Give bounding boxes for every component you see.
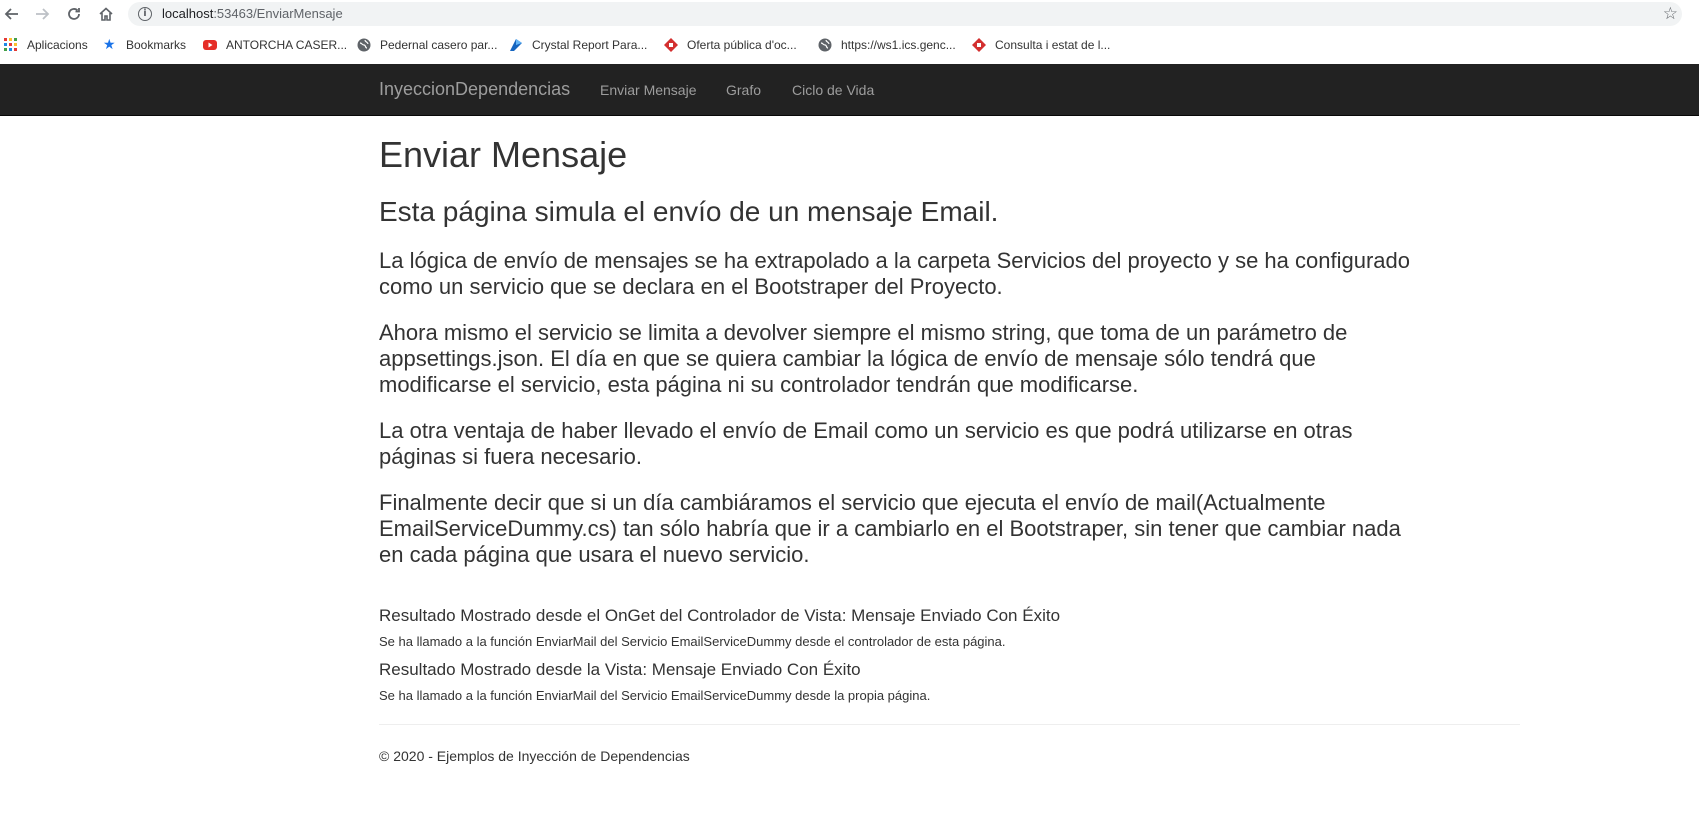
forward-icon[interactable] (32, 4, 52, 24)
bookmark-label: Aplicacions (27, 38, 88, 52)
globe-icon (818, 38, 832, 52)
bookmark-item[interactable]: ★ Bookmarks (103, 37, 186, 53)
page-subtitle: Esta página simula el envío de un mensaj… (379, 196, 999, 227)
bookmark-star-icon[interactable]: ☆ (1663, 4, 1678, 24)
star-icon: ★ (103, 37, 116, 53)
paragraph: La lógica de envío de mensajes se ha ext… (379, 248, 1410, 299)
paragraph: Finalmente decir que si un día cambiáram… (379, 490, 1401, 567)
bookmark-item[interactable]: Crystal Report Para... (509, 37, 647, 53)
home-icon[interactable] (96, 4, 116, 24)
bookmark-label: Consulta i estat de l... (995, 38, 1111, 52)
bookmark-label: ANTORCHA CASER... (226, 38, 348, 52)
paragraph: La otra ventaja de haber llevado el enví… (379, 418, 1353, 469)
bookmark-item[interactable]: ANTORCHA CASER... (203, 37, 347, 53)
nav-link-enviar-mensaje[interactable]: Enviar Mensaje (600, 82, 697, 98)
paragraph: Ahora mismo el servicio se limita a devo… (379, 320, 1348, 397)
bookmark-label: https://ws1.ics.genc... (841, 38, 956, 52)
result-heading-controller: Resultado Mostrado desde el OnGet del Co… (379, 606, 1061, 625)
address-bar[interactable]: i localhost:53463/EnviarMensaje ☆ (128, 2, 1682, 26)
bookmark-label: Bookmarks (126, 38, 187, 52)
youtube-icon (203, 38, 217, 52)
url-text: localhost:53463/EnviarMensaje (162, 6, 343, 21)
bookmark-item[interactable]: https://ws1.ics.genc... (818, 37, 956, 53)
bookmark-item[interactable]: Oferta pública d'oc... (664, 37, 797, 53)
bookmark-label: Crystal Report Para... (532, 38, 648, 52)
apps-grid-icon (4, 38, 18, 52)
nav-link-ciclo-de-vida[interactable]: Ciclo de Vida (792, 82, 874, 98)
site-navbar: InyeccionDependencias Enviar Mensaje Gra… (0, 64, 1699, 116)
page-title: Enviar Mensaje (379, 134, 628, 175)
navbar-brand[interactable]: InyeccionDependencias (379, 79, 570, 100)
footer-divider (379, 724, 1520, 725)
globe-icon (357, 38, 371, 52)
gencat-icon (972, 38, 986, 52)
site-info-icon[interactable]: i (138, 7, 152, 21)
gencat-icon (664, 38, 678, 52)
bookmarks-bar: Aplicacions ★ Bookmarks ANTORCHA CASER..… (0, 31, 1699, 59)
bookmark-item[interactable]: Pedernal casero par... (357, 37, 497, 53)
bookmark-label: Pedernal casero par... (380, 38, 498, 52)
result-detail-view: Se ha llamado a la función EnviarMail de… (379, 688, 931, 703)
footer-text: © 2020 - Ejemplos de Inyección de Depend… (379, 748, 690, 764)
reload-icon[interactable] (64, 4, 84, 24)
crystal-icon (509, 38, 523, 52)
back-icon[interactable] (2, 4, 22, 24)
nav-link-grafo[interactable]: Grafo (726, 82, 761, 98)
bookmark-item[interactable]: Consulta i estat de l... (972, 37, 1110, 53)
result-heading-view: Resultado Mostrado desde la Vista: Mensa… (379, 660, 861, 679)
result-detail-controller: Se ha llamado a la función EnviarMail de… (379, 634, 1006, 649)
bookmark-item[interactable]: Aplicacions (4, 37, 88, 53)
browser-toolbar: i localhost:53463/EnviarMensaje ☆ (0, 0, 1699, 28)
bookmark-label: Oferta pública d'oc... (687, 38, 797, 52)
